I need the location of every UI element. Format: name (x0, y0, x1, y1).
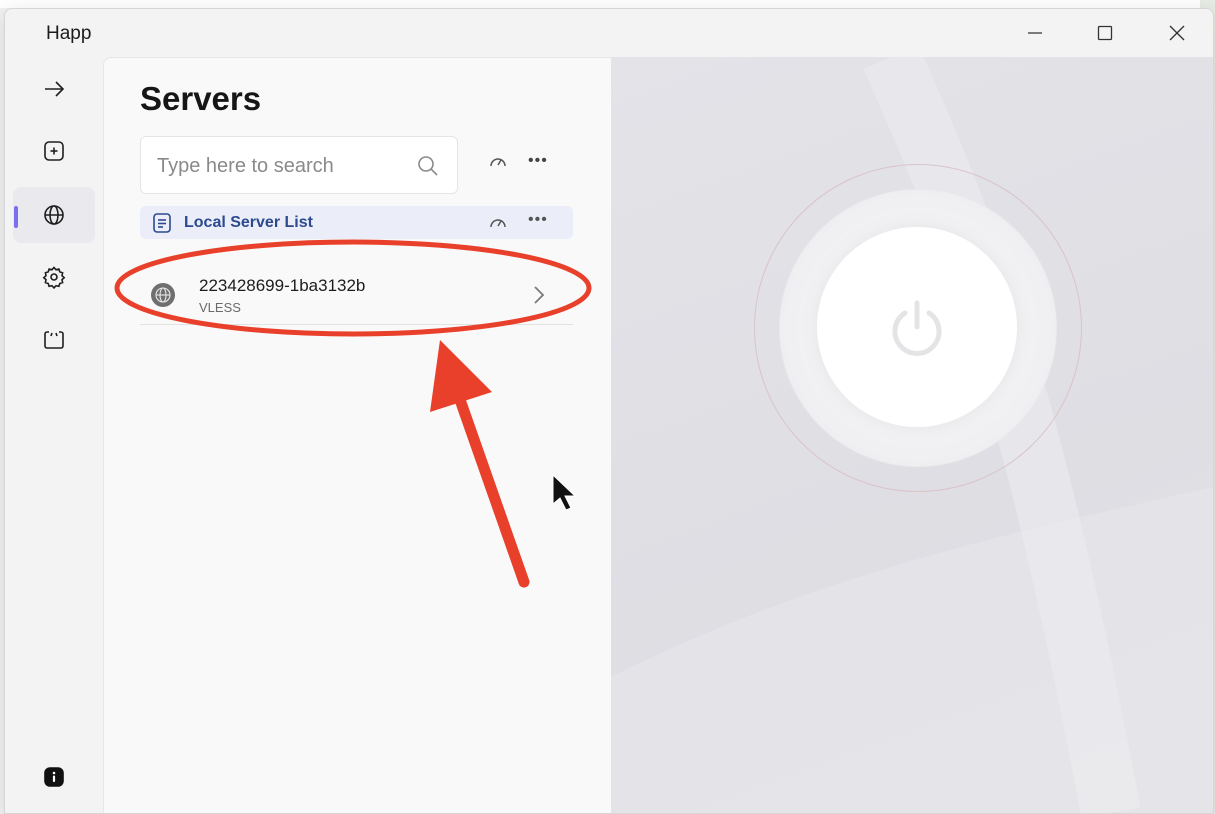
add-square-icon (44, 141, 64, 161)
app-window: Happ Servers Type here to search ••• Loc… (4, 8, 1214, 814)
desktop-background (0, 0, 1215, 8)
server-name: 223428699-1ba3132b (199, 276, 366, 295)
group-label: Local Server List (184, 214, 313, 231)
search-box (140, 136, 458, 195)
maximize-icon (1097, 25, 1113, 41)
chevron-right-icon[interactable] (532, 284, 546, 306)
list-document-icon (153, 213, 171, 233)
globe-icon (44, 205, 64, 225)
close-icon (1169, 25, 1185, 41)
speedtest-icon[interactable] (488, 152, 508, 170)
group-speedtest-icon[interactable] (488, 213, 508, 231)
active-nav-indicator (14, 206, 18, 228)
nav-add-button[interactable] (13, 123, 95, 179)
minimize-button[interactable] (1000, 9, 1070, 57)
servers-panel: Servers ••• Local Server List ••• 223428… (103, 57, 612, 813)
close-button[interactable] (1142, 9, 1212, 57)
title-bar: Happ (5, 9, 1213, 57)
power-button[interactable] (817, 227, 1017, 427)
group-more-options-icon[interactable]: ••• (528, 211, 548, 229)
connection-area (611, 57, 1213, 813)
minimize-icon (1028, 32, 1042, 34)
info-icon (44, 767, 64, 787)
page-title: Servers (140, 80, 262, 117)
code-bracket-icon (44, 331, 64, 349)
server-protocol: VLESS (199, 300, 241, 315)
maximize-button[interactable] (1070, 9, 1140, 57)
arrow-right-icon (45, 81, 65, 97)
search-input[interactable] (141, 137, 419, 195)
nav-rail (5, 57, 103, 813)
nav-info-button[interactable] (13, 749, 95, 805)
server-list-item[interactable]: 223428699-1ba3132b VLESS (140, 266, 573, 325)
nav-connect-button[interactable] (13, 61, 95, 117)
more-options-icon[interactable]: ••• (528, 152, 548, 170)
search-icon[interactable] (417, 155, 439, 177)
server-globe-icon (151, 283, 175, 307)
power-icon (892, 300, 942, 356)
nav-settings-button[interactable] (13, 249, 95, 305)
nav-servers-button[interactable] (13, 187, 95, 243)
nav-logs-button[interactable] (13, 312, 95, 368)
server-group-header[interactable]: Local Server List ••• (140, 206, 573, 239)
gear-icon (42, 266, 66, 289)
app-title: Happ (46, 23, 92, 44)
